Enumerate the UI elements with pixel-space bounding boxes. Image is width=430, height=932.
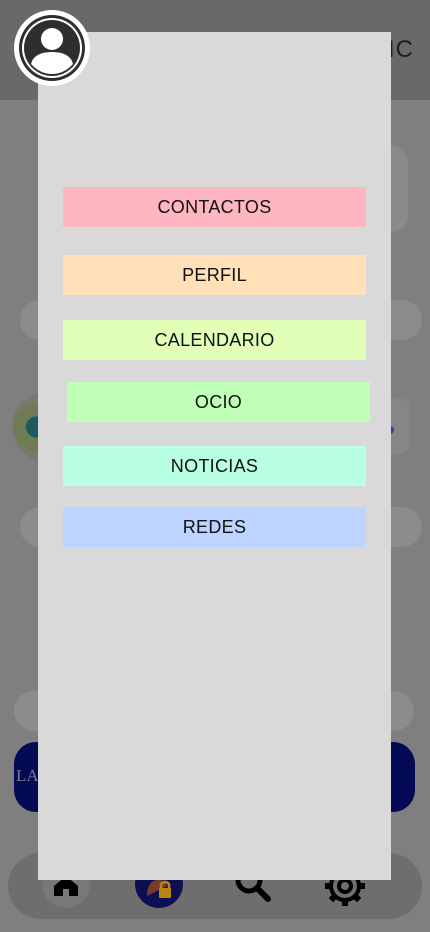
- menu-item-label: PERFIL: [182, 264, 247, 285]
- menu-item-perfil[interactable]: PERFIL: [63, 255, 366, 295]
- app-screen: IC LA CONTACTOS PERFIL CALENDARIO OCIO N…: [0, 0, 430, 932]
- menu-item-noticias[interactable]: NOTICIAS: [63, 446, 366, 486]
- menu-item-label: NOTICIAS: [170, 455, 259, 476]
- menu-item-label: CONTACTOS: [157, 196, 272, 217]
- menu-item-label: REDES: [182, 516, 247, 537]
- menu-item-label: CALENDARIO: [154, 329, 275, 350]
- side-drawer: CONTACTOS PERFIL CALENDARIO OCIO NOTICIA…: [38, 32, 391, 880]
- profile-avatar-button[interactable]: [14, 10, 90, 86]
- background-banner-text: LA: [16, 766, 39, 785]
- menu-item-redes[interactable]: REDES: [63, 507, 366, 547]
- user-avatar-icon: [19, 15, 85, 81]
- menu-item-label: OCIO: [194, 391, 243, 412]
- menu-item-contactos[interactable]: CONTACTOS: [63, 187, 366, 227]
- menu-item-calendario[interactable]: CALENDARIO: [63, 320, 366, 360]
- background-header-title: IC: [388, 36, 414, 63]
- menu-item-ocio[interactable]: OCIO: [67, 382, 370, 422]
